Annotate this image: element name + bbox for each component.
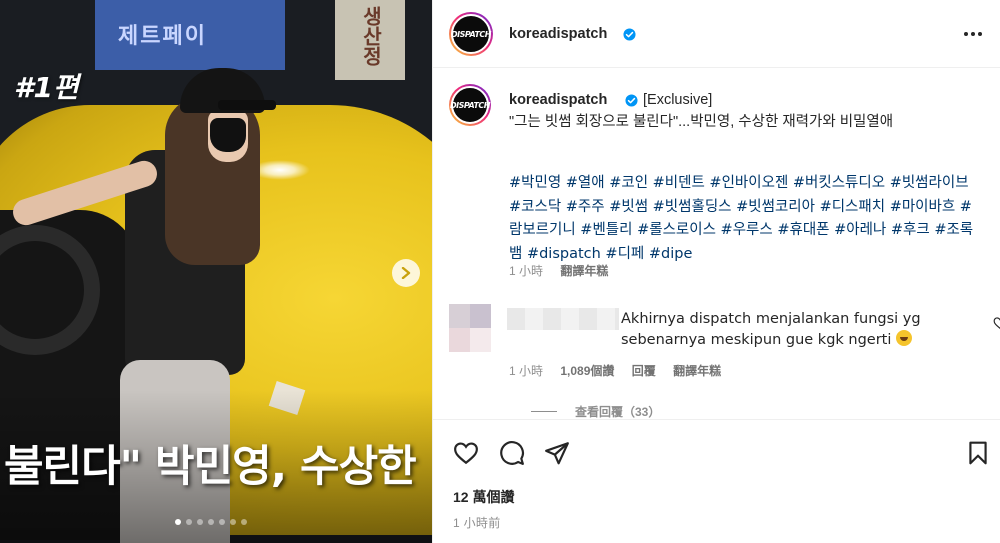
avatar-logo: DISPATCH (450, 100, 490, 110)
background-sign-text-2: 생산정 (359, 6, 383, 66)
caption-avatar[interactable]: DISPATCH (449, 84, 491, 126)
more-dot (964, 32, 968, 36)
face-mask (210, 118, 246, 152)
comment-meta: 1 小時 1,089個讚 回覆 翻譯年糕 (509, 362, 735, 379)
exclusive-tag: [Exclusive] (643, 92, 713, 108)
hashtag-list[interactable]: #박민영 #열애 #코인 #비덴트 #인바이오젠 #버킷스튜디오 #빗썸라이브 … (509, 172, 979, 266)
carousel-dot (208, 519, 214, 525)
more-dot (971, 32, 975, 36)
carousel-dot (197, 519, 203, 525)
view-replies-button[interactable]: 查看回覆（33） (531, 403, 660, 420)
post-headline: "그는 빗썸 회장으로 불린다"...박민영, 수상한 재력가와 비밀열애 (509, 114, 894, 130)
caption-username[interactable]: koreadispatch (509, 92, 607, 108)
verified-badge-icon (625, 94, 638, 107)
comment-likes[interactable]: 1,089個讚 (560, 364, 614, 378)
avatar-blur-tile (449, 328, 470, 352)
carousel-dot (241, 519, 247, 525)
like-heart-icon[interactable] (453, 440, 479, 466)
avatar-blur-tile (449, 304, 470, 328)
chevron-right-icon (401, 267, 411, 279)
comment-body: Akhirnya dispatch menjalankan fungsi yg … (621, 311, 921, 348)
reply-button[interactable]: 回覆 (632, 364, 656, 378)
carousel-next-button[interactable] (392, 259, 420, 287)
carousel-dot (219, 519, 225, 525)
translate-button[interactable]: 翻譯年糕 (560, 264, 608, 278)
header-username[interactable]: koreadispatch (509, 26, 607, 42)
comment-like-heart-icon[interactable] (993, 316, 1000, 330)
share-paper-plane-icon[interactable] (544, 440, 570, 466)
replies-divider-line (531, 411, 557, 412)
carousel-dots (175, 519, 247, 525)
comment-time: 1 小時 (509, 364, 544, 378)
cap-brim (218, 100, 276, 110)
comment-translate-button[interactable]: 翻譯年糕 (673, 364, 721, 378)
avatar-blur-tile (470, 328, 491, 352)
post-time-ago: 1 小時前 (453, 516, 501, 530)
save-bookmark-icon[interactable] (965, 440, 991, 466)
post-side-panel: DISPATCH koreadispatch DISPATCH koreadis… (432, 0, 1000, 543)
avatar-logo: DISPATCH (451, 29, 491, 39)
likes-count[interactable]: 12 萬個讚 (453, 487, 514, 507)
commenter-username-blurred[interactable] (507, 308, 619, 330)
avatar-blur-tile (470, 304, 491, 328)
caption-time: 1 小時 (509, 264, 544, 278)
comment-bubble-icon[interactable] (499, 440, 525, 466)
post-media[interactable]: 제트페이 생산정 #1편 불린다" 박민영, 수상한 (0, 0, 432, 543)
caption-meta: 1 小時 翻譯年糕 (509, 262, 608, 279)
carousel-dot (175, 519, 181, 525)
verified-badge-icon (623, 28, 636, 41)
post-actions: 12 萬個讚 1 小時前 (433, 419, 1000, 543)
carousel-dot (230, 519, 236, 525)
rofl-emoji-icon (896, 330, 912, 346)
more-dot (978, 32, 982, 36)
commenter-avatar[interactable] (449, 304, 491, 352)
comment-text: Akhirnya dispatch menjalankan fungsi yg … (621, 309, 971, 351)
overlay-caption: 불린다" 박민영, 수상한 (4, 442, 417, 492)
view-replies-label: 查看回覆（33） (575, 405, 661, 419)
post-header: DISPATCH koreadispatch (433, 0, 1000, 68)
avatar[interactable]: DISPATCH (449, 12, 493, 56)
background-sign-text: 제트페이 (118, 24, 207, 49)
carousel-dot (186, 519, 192, 525)
more-options-button[interactable] (961, 24, 985, 44)
episode-label: #1편 (14, 71, 79, 104)
